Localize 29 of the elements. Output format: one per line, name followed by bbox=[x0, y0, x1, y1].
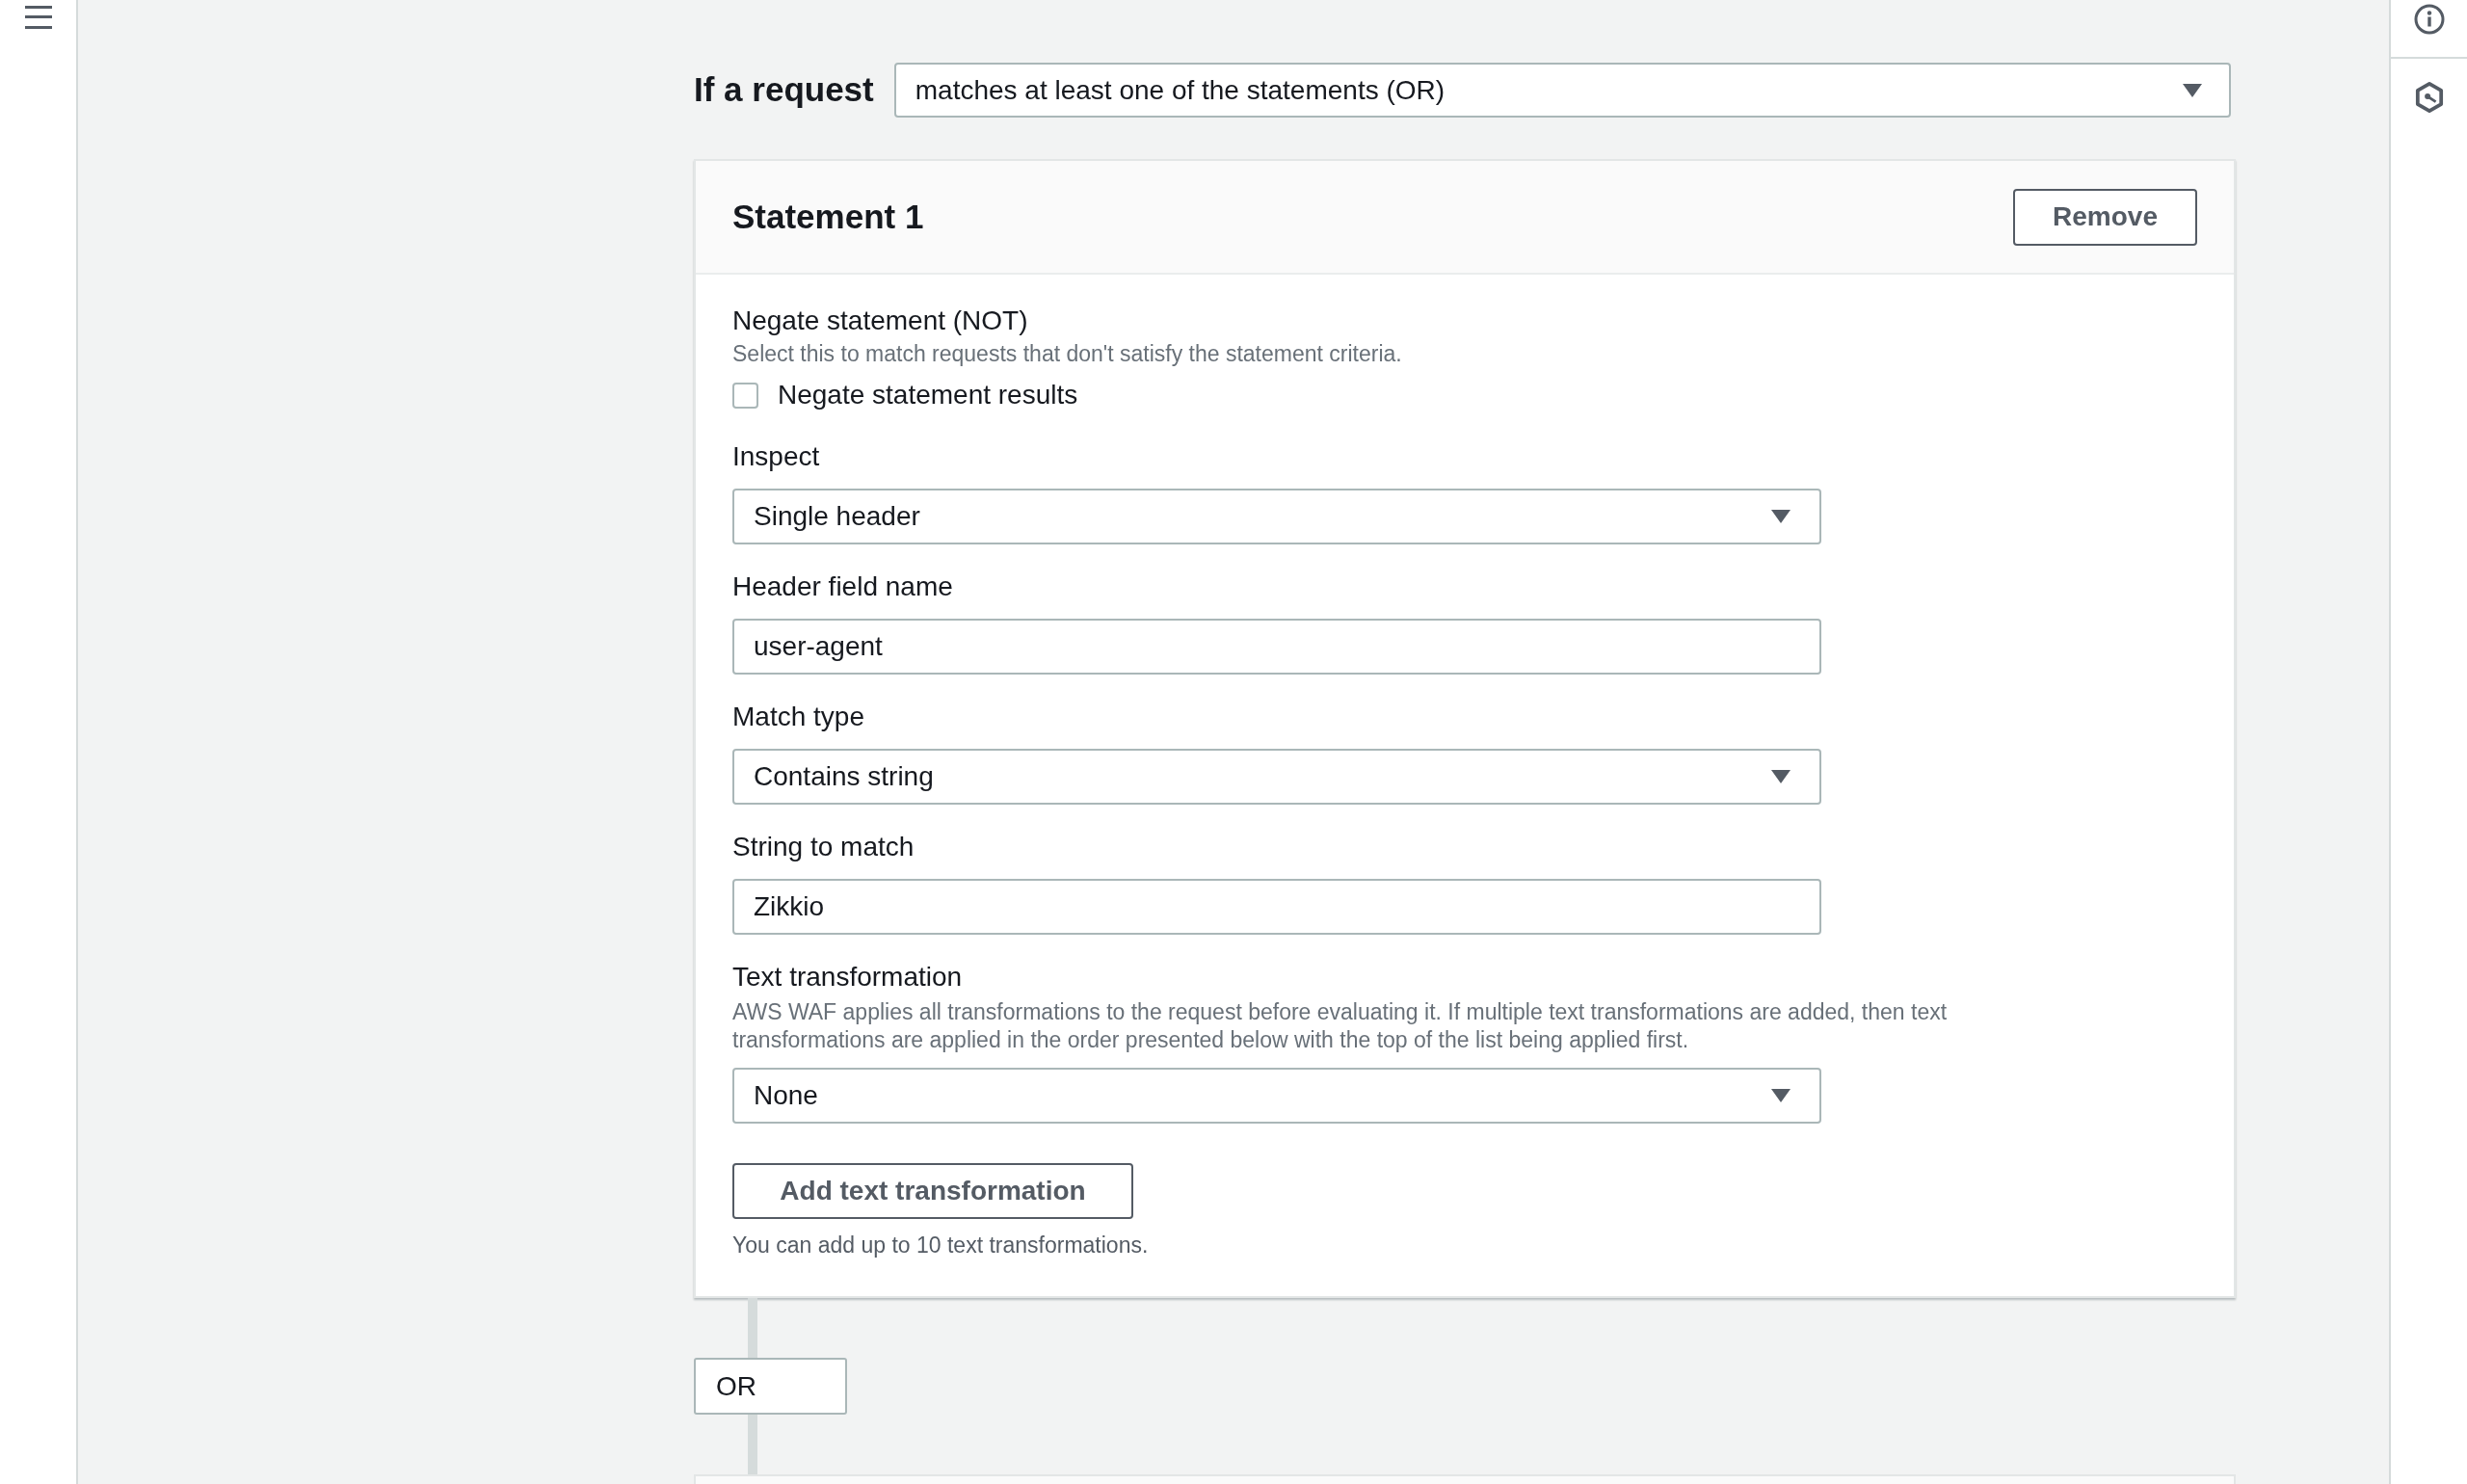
field-label: String to match bbox=[732, 831, 915, 863]
field-label: Match type bbox=[732, 701, 865, 733]
caret-down-icon bbox=[1771, 510, 1791, 523]
statement-title: Statement 1 bbox=[732, 196, 924, 237]
field-label: Negate statement (NOT) bbox=[732, 305, 1029, 337]
text-input[interactable]: user-agent bbox=[732, 619, 1821, 675]
menu-icon[interactable] bbox=[24, 6, 52, 29]
hint-text: You can add up to 10 text transformations. bbox=[732, 1232, 1150, 1259]
dropdown-select[interactable]: matches at least one of the statements (OR) bbox=[893, 63, 2231, 118]
caret-down-icon bbox=[1771, 1089, 1791, 1102]
info-icon[interactable] bbox=[2413, 4, 2445, 35]
caret-down-icon bbox=[1771, 770, 1791, 783]
operator-tag: OR bbox=[694, 1358, 847, 1415]
dropdown-select[interactable]: Contains string bbox=[732, 749, 1821, 805]
caret-down-icon bbox=[2182, 83, 2202, 97]
field-description: AWS WAF applies all transformations to the request before evaluating it. If multiple text transformations are added, then text transformations are applied in the order presented below with the top of the list being applied first. bbox=[732, 998, 1949, 1054]
checkbox-label: Negate statement results bbox=[778, 379, 1078, 411]
condition-label: If a request bbox=[694, 69, 874, 111]
dropdown-select[interactable]: None bbox=[732, 1068, 1821, 1124]
text-input[interactable]: Zikkio bbox=[732, 879, 1821, 935]
field-label: Header field name bbox=[732, 570, 954, 603]
remove-button[interactable]: Remove bbox=[2013, 188, 2197, 246]
checkbox[interactable] bbox=[732, 382, 758, 409]
field-label: Inspect bbox=[732, 440, 821, 473]
dropdown-select[interactable]: Single header bbox=[732, 489, 1821, 544]
field-label: Text transformation bbox=[732, 961, 964, 994]
field-description: Select this to match requests that don't satisfy the statement criteria. bbox=[732, 340, 1403, 368]
hexagon-icon[interactable] bbox=[2414, 82, 2444, 113]
add-transformation-button[interactable]: Add text transformation bbox=[732, 1163, 1133, 1219]
